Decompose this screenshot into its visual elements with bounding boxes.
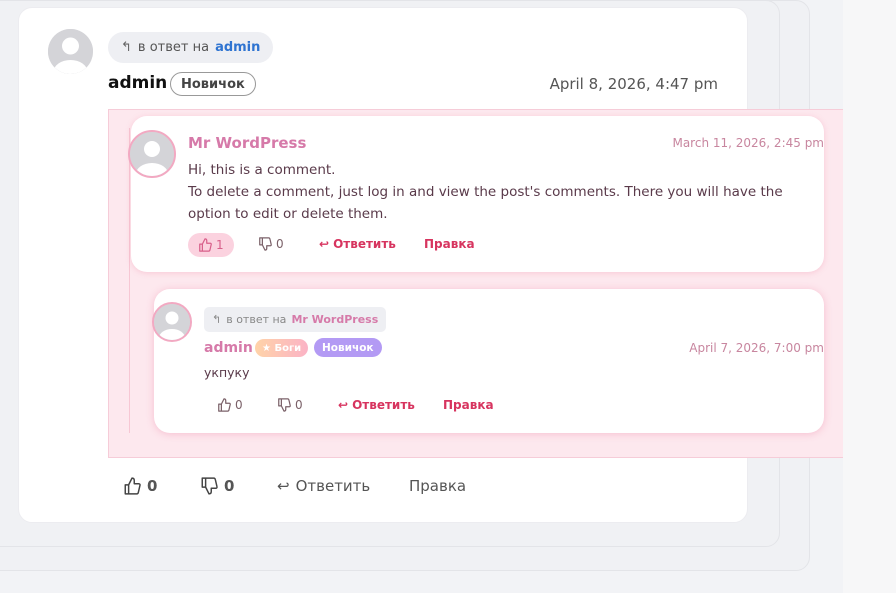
nested-author[interactable]: admin <box>204 340 253 356</box>
reply-button[interactable]: ↩ Ответить <box>277 477 370 495</box>
like-button[interactable]: 0 <box>217 398 243 412</box>
rank-badge: Новичок <box>314 338 382 357</box>
page-background-strip <box>843 0 896 593</box>
avatar-placeholder-icon <box>154 304 190 340</box>
reply-label: Ответить <box>352 398 415 412</box>
special-badge: ★ Боги <box>255 339 309 357</box>
quoted-date: March 11, 2026, 2:45 pm <box>672 136 824 150</box>
avatar[interactable] <box>48 29 93 74</box>
reply-to-prefix: в ответ на <box>137 40 210 55</box>
dislike-button[interactable]: 0 <box>277 398 303 412</box>
reply-label: Ответить <box>295 477 371 495</box>
thumbs-up-icon <box>124 477 141 495</box>
avatar-placeholder-icon <box>130 132 174 176</box>
thumbs-up-icon <box>218 398 231 412</box>
reply-arrow-icon: ↰ <box>212 313 222 326</box>
nested-avatar[interactable] <box>152 302 192 342</box>
dislike-count: 0 <box>276 237 284 251</box>
thumbs-down-icon <box>259 237 272 251</box>
quoted-text-line: Hi, this is a comment. <box>188 162 336 178</box>
reply-arrow-icon: ↰ <box>121 40 132 55</box>
reply-label: Ответить <box>333 237 396 251</box>
quoted-text: Hi, this is a comment. To delete a comme… <box>188 159 828 225</box>
reply-icon: ↩ <box>319 237 330 251</box>
dislike-count: 0 <box>295 398 303 412</box>
thumbs-up-icon <box>199 238 212 252</box>
avatar-placeholder-icon <box>48 29 93 74</box>
nested-reply-to-chip[interactable]: ↰ в ответ на Mr WordPress <box>204 307 387 332</box>
thumbs-down-icon <box>201 477 218 495</box>
like-count: 0 <box>147 477 158 495</box>
dislike-count: 0 <box>224 477 235 495</box>
comment-date: April 8, 2026, 4:47 pm <box>549 75 718 93</box>
comment-author[interactable]: admin <box>108 73 167 93</box>
reply-to-chip[interactable]: ↰ в ответ на admin <box>108 32 274 63</box>
quoted-text-line: To delete a comment, just log in and vie… <box>188 184 783 222</box>
dislike-button[interactable]: 0 <box>200 477 234 495</box>
dislike-button[interactable]: 0 <box>258 237 284 251</box>
nested-date: April 7, 2026, 7:00 pm <box>689 341 824 355</box>
reply-button[interactable]: ↩ Ответить <box>338 398 415 412</box>
reply-to-prefix: в ответ на <box>226 313 287 326</box>
edit-button[interactable]: Правка <box>409 477 466 495</box>
rank-badge: Новичок <box>170 72 256 96</box>
reply-button[interactable]: ↩ Ответить <box>319 237 396 251</box>
reply-to-name[interactable]: Mr WordPress <box>291 313 378 326</box>
like-count: 1 <box>216 238 224 252</box>
thumbs-down-icon <box>278 398 291 412</box>
like-button[interactable]: 0 <box>123 477 157 495</box>
like-button[interactable]: 1 <box>188 233 234 257</box>
edit-button[interactable]: Правка <box>443 398 494 412</box>
reply-icon: ↩ <box>277 477 290 495</box>
quoted-author[interactable]: Mr WordPress <box>188 134 306 152</box>
reply-to-name[interactable]: admin <box>215 40 260 55</box>
edit-button[interactable]: Правка <box>424 237 475 251</box>
thread-line <box>129 128 130 433</box>
reply-icon: ↩ <box>338 398 349 412</box>
nested-text: укпуку <box>204 365 250 380</box>
quoted-avatar[interactable] <box>128 130 176 178</box>
like-count: 0 <box>235 398 243 412</box>
